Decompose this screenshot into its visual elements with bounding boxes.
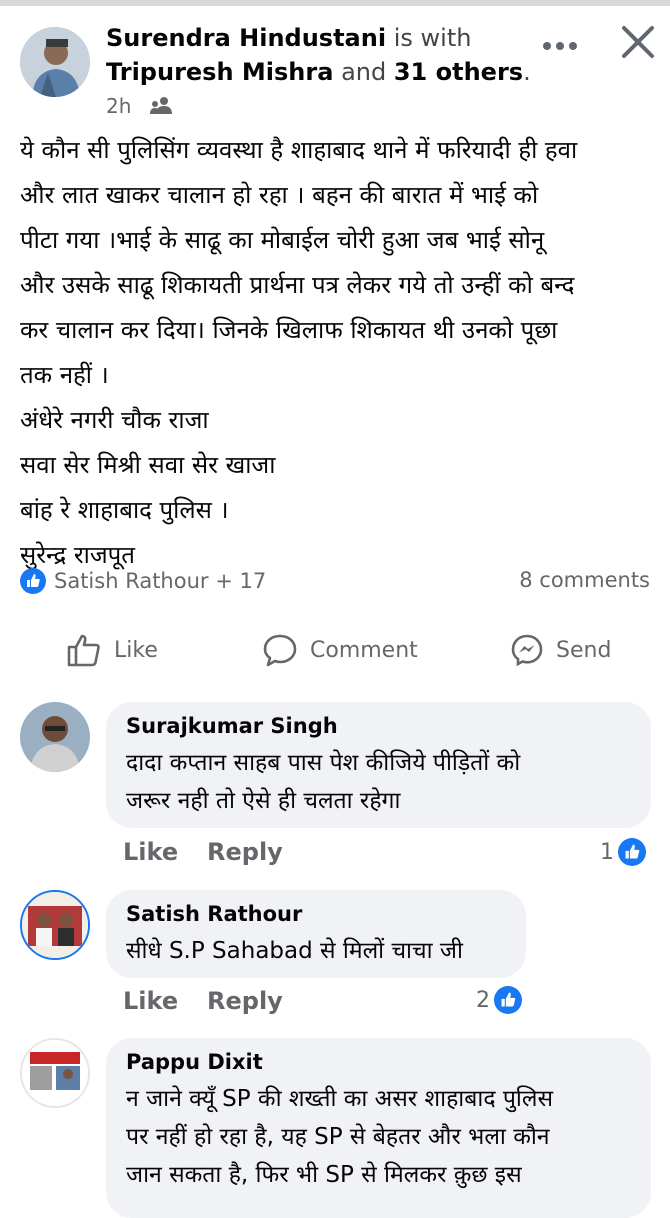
comment-reaction-count[interactable]: 2: [476, 986, 522, 1014]
close-icon[interactable]: [620, 24, 656, 60]
thumbs-up-icon: [67, 634, 100, 667]
author-avatar[interactable]: [20, 27, 90, 97]
comment-bubble: Satish Rathour सीधे S.P Sahabad से मिलों…: [106, 890, 526, 978]
is-with-text: is with: [393, 24, 472, 52]
post-line: अंधेरे नगरी चौक राजा: [20, 406, 209, 434]
comment-line: न जाने क्यूँ SP की शख्ती का असर शाहाबाद …: [126, 1086, 554, 1112]
tagged-others[interactable]: 31 others: [394, 58, 523, 86]
like-label: Like: [114, 637, 158, 663]
comment-bubble: Pappu Dixit न जाने क्यूँ SP की शख्ती का …: [106, 1038, 651, 1218]
post-line: सवा सेर मिश्री सवा सेर खाजा: [20, 451, 276, 479]
commenter-avatar[interactable]: [20, 890, 90, 960]
like-button[interactable]: Like: [66, 630, 158, 670]
reactions-text: Satish Rathour + 17: [54, 569, 267, 593]
comments-count[interactable]: 8 comments: [519, 568, 650, 592]
commenter-name[interactable]: Satish Rathour: [126, 902, 302, 926]
tagged-person[interactable]: Tripuresh Mishra: [106, 58, 333, 86]
friends-icon: [150, 96, 172, 114]
post-body: ये कौन सी पुलिसिंग व्यवस्था है शाहाबाद थ…: [20, 128, 660, 578]
comment-line: सीधे S.P Sahabad से मिलों चाचा जी: [126, 938, 463, 964]
comment-reaction-count[interactable]: 1: [600, 838, 646, 866]
comment-line: पर नहीं हो रहा है, यह SP से बेहतर और भला…: [126, 1124, 550, 1150]
reaction-count-text: 1: [600, 839, 614, 865]
comment-label: Comment: [310, 637, 418, 663]
send-button[interactable]: Send: [510, 630, 611, 670]
top-divider: [0, 0, 670, 6]
post-line: और लात खाकर चालान हो रहा । बहन की बारात …: [20, 181, 539, 209]
post-header-line-1: Surendra Hindustani is with: [106, 23, 471, 53]
comment-line: जरूर नही तो ऐसे ही चलता रहेगा: [126, 788, 401, 814]
post-line: और उसके साढू शिकायती प्रार्थना पत्र लेकर…: [20, 271, 575, 299]
like-reaction-icon: [20, 568, 46, 594]
author-name[interactable]: Surendra Hindustani: [106, 24, 386, 52]
post-line: पीटा गया ।भाई के साढू का मोबाईल चोरी हुआ…: [20, 226, 545, 254]
comment-icon: [263, 634, 297, 667]
commenter-name[interactable]: Pappu Dixit: [126, 1050, 263, 1074]
reactions-summary[interactable]: Satish Rathour + 17: [20, 568, 266, 594]
comment-line: दादा कप्तान साहब पास पेश कीजिये पीड़ितों…: [126, 750, 521, 776]
comment-button[interactable]: Comment: [262, 630, 418, 670]
commenter-name[interactable]: Surajkumar Singh: [126, 714, 338, 738]
post-line: ये कौन सी पुलिसिंग व्यवस्था है शाहाबाद थ…: [20, 136, 578, 164]
send-label: Send: [556, 637, 612, 663]
post-header-line-2: Tripuresh Mishra and 31 others.: [106, 58, 531, 86]
comment-reply-button[interactable]: Reply: [207, 987, 283, 1015]
more-icon[interactable]: [540, 36, 580, 50]
comment-bubble: Surajkumar Singh दादा कप्तान साहब पास पे…: [106, 702, 651, 828]
comment-line: जान सकता है, फिर भी SP से मिलकर क़ुछ इस: [126, 1162, 522, 1188]
post-time[interactable]: 2h: [106, 94, 131, 118]
comment-reply-button[interactable]: Reply: [207, 838, 283, 866]
post-line: बांह रे शाहाबाद पुलिस ।: [20, 496, 229, 524]
comment-like-button[interactable]: Like: [123, 838, 178, 866]
messenger-icon: [511, 634, 543, 667]
reaction-count-text: 2: [476, 987, 490, 1013]
like-reaction-icon: [618, 838, 646, 866]
comment-like-button[interactable]: Like: [123, 987, 178, 1015]
post-line: तक नहीं ।: [20, 361, 109, 389]
and-text: and: [341, 58, 387, 86]
commenter-avatar[interactable]: [20, 1038, 90, 1108]
post-line: कर चालान कर दिया। जिनके खिलाफ शिकायत थी …: [20, 316, 558, 344]
commenter-avatar[interactable]: [20, 702, 90, 772]
like-reaction-icon: [494, 986, 522, 1014]
